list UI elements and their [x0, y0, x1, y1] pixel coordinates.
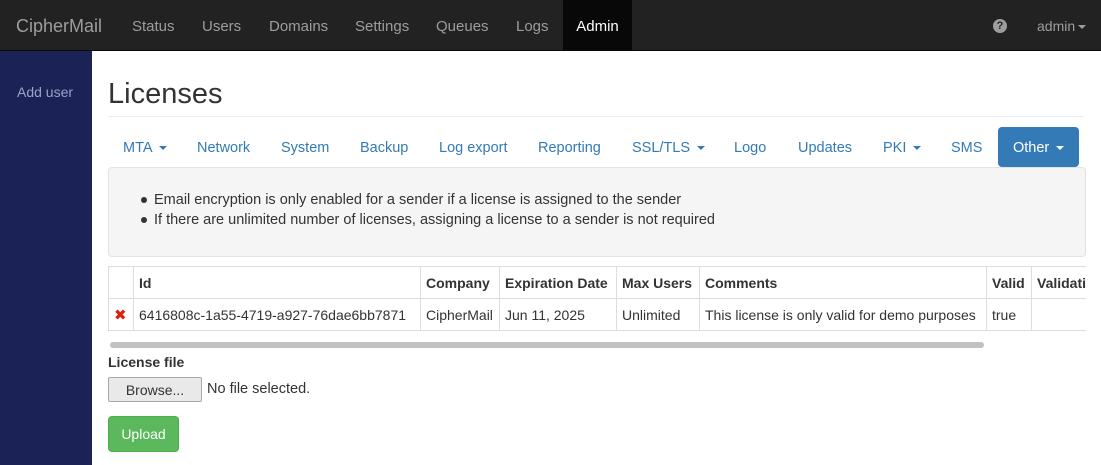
tab-mta[interactable]: MTA — [123, 127, 167, 167]
caret-down-icon — [1078, 25, 1087, 30]
cell-company: CipherMail — [420, 298, 500, 331]
nav-logs[interactable]: Logs — [516, 0, 549, 51]
license-file-label: License file — [108, 354, 185, 370]
tab-ssl-tls-label: SSL/TLS — [632, 140, 691, 156]
tab-network[interactable]: Network — [197, 127, 250, 167]
delete-cell: ✖ — [108, 298, 134, 331]
caret-down-icon — [158, 146, 167, 151]
tab-updates[interactable]: Updates — [798, 127, 852, 167]
settings-tabs: MTA Network System Backup Log export Rep… — [108, 127, 1088, 167]
column-header-valid[interactable]: Valid — [986, 266, 1032, 299]
info-item: Email encryption is only enabled for a s… — [141, 190, 715, 210]
column-header-company[interactable]: Company — [420, 266, 500, 299]
tab-ssl-tls[interactable]: SSL/TLS — [632, 127, 706, 167]
help-icon[interactable]: ? — [993, 19, 1007, 33]
tab-system[interactable]: System — [281, 127, 329, 167]
user-name: admin — [1037, 18, 1076, 34]
cell-id: 6416808c-1a55-4719-a927-76dae6bb7871 — [133, 298, 421, 331]
page-title: Licenses — [108, 78, 223, 110]
brand-logo[interactable]: CipherMail — [16, 0, 102, 51]
column-header-comments[interactable]: Comments — [699, 266, 987, 299]
info-item: If there are unlimited number of license… — [141, 212, 715, 228]
licenses-table: Id Company Expiration Date Max Users Com… — [108, 266, 1086, 331]
tab-other-label: Other — [1013, 140, 1050, 156]
caret-down-icon — [1056, 146, 1065, 151]
nav-domains[interactable]: Domains — [269, 0, 328, 51]
column-header-expiration-date[interactable]: Expiration Date — [499, 266, 617, 299]
delete-icon[interactable]: ✖ — [114, 307, 127, 324]
nav-status[interactable]: Status — [132, 0, 175, 51]
nav-admin[interactable]: Admin — [563, 0, 632, 51]
table-row: ✖ 6416808c-1a55-4719-a927-76dae6bb7871 C… — [108, 298, 1086, 331]
tab-mta-label: MTA — [123, 140, 152, 156]
upload-button[interactable]: Upload — [108, 416, 179, 452]
table-header-row: Id Company Expiration Date Max Users Com… — [108, 266, 1086, 299]
info-list: Email encryption is only enabled for a s… — [141, 190, 715, 230]
cell-validation — [1031, 298, 1086, 331]
browse-button[interactable]: Browse... — [108, 377, 202, 402]
tab-pki-label: PKI — [883, 140, 907, 156]
user-menu[interactable]: admin — [1037, 0, 1087, 51]
horizontal-scrollbar[interactable] — [110, 342, 984, 348]
nav-settings[interactable]: Settings — [355, 0, 409, 51]
info-panel: Email encryption is only enabled for a s… — [108, 167, 1086, 257]
tab-pki[interactable]: PKI — [883, 127, 922, 167]
licenses-table-container: Id Company Expiration Date Max Users Com… — [108, 266, 1086, 332]
file-status-text: No file selected. — [207, 381, 311, 397]
column-header-id[interactable]: Id — [133, 266, 421, 299]
cell-valid: true — [986, 298, 1032, 331]
caret-down-icon — [913, 146, 922, 151]
top-navbar: CipherMail Status Users Domains Settings… — [0, 0, 1101, 51]
sidebar-item-add-user[interactable]: Add user — [17, 84, 73, 100]
sidebar: Add user — [0, 51, 92, 465]
tab-log-export[interactable]: Log export — [439, 127, 508, 167]
nav-queues[interactable]: Queues — [436, 0, 489, 51]
column-header-max-users[interactable]: Max Users — [616, 266, 700, 299]
column-header-validation[interactable]: Validation — [1031, 266, 1086, 299]
column-header-actions — [108, 266, 134, 299]
tab-logo[interactable]: Logo — [734, 127, 766, 167]
tab-sms[interactable]: SMS — [951, 127, 982, 167]
cell-expiration-date: Jun 11, 2025 — [499, 298, 617, 331]
caret-down-icon — [697, 146, 706, 151]
title-divider — [108, 116, 1084, 117]
cell-max-users: Unlimited — [616, 298, 700, 331]
tab-backup[interactable]: Backup — [360, 127, 408, 167]
cell-comments: This license is only valid for demo purp… — [699, 298, 987, 331]
tab-other[interactable]: Other — [998, 127, 1080, 167]
nav-users[interactable]: Users — [202, 0, 241, 51]
tab-reporting[interactable]: Reporting — [538, 127, 601, 167]
